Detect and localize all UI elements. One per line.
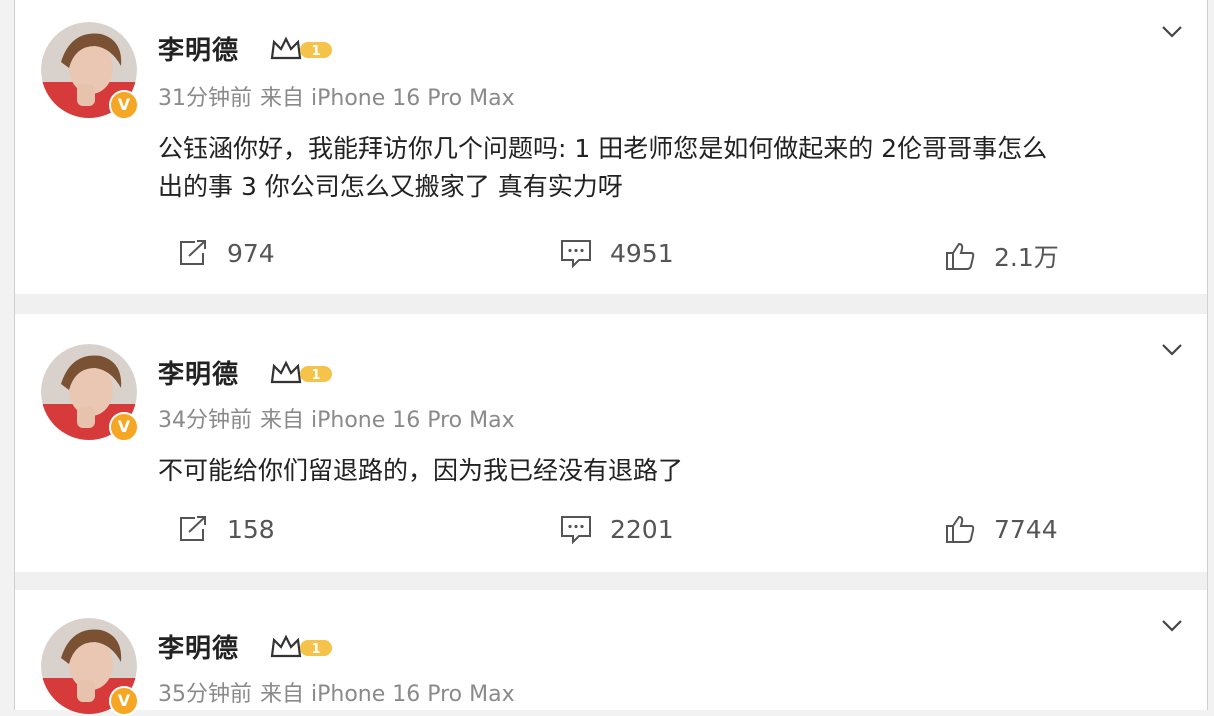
- post-time: 35分钟前: [158, 682, 252, 707]
- member-level-icon: 1: [270, 360, 332, 384]
- post-content: 不可能给你们留退路的，因为我已经没有退路了: [158, 452, 1188, 490]
- like-icon: [946, 242, 975, 270]
- post-source: 来自 iPhone 16 Pro Max: [260, 682, 515, 707]
- like-icon: [946, 515, 975, 543]
- post-card: V 李明德 1 34分钟前 来自 iPhone 16 Pro Max 不可能给你们…: [15, 314, 1207, 572]
- avatar[interactable]: V: [41, 22, 139, 120]
- svg-text:1: 1: [311, 44, 320, 59]
- post-meta: 35分钟前 来自 iPhone 16 Pro Max: [158, 676, 515, 708]
- author-name[interactable]: 李明德: [158, 30, 239, 67]
- member-level-icon: 1: [270, 36, 332, 60]
- repost-icon: [180, 240, 206, 265]
- post-time: 34分钟前: [158, 408, 252, 433]
- repost-count: 158: [227, 514, 275, 544]
- post-meta: 31分钟前 来自 iPhone 16 Pro Max: [158, 80, 515, 112]
- author-name[interactable]: 李明德: [158, 354, 239, 391]
- chevron-down-icon[interactable]: [1159, 336, 1185, 362]
- verified-badge: V: [109, 412, 139, 442]
- repost-button[interactable]: 974: [177, 238, 275, 268]
- comment-icon: [561, 516, 591, 544]
- like-button[interactable]: 2.1万: [944, 238, 1059, 274]
- comment-icon: [561, 240, 591, 268]
- avatar[interactable]: V: [41, 618, 139, 716]
- comment-count: 2201: [610, 514, 674, 544]
- like-count: 2.1万: [994, 243, 1059, 272]
- post-source: 来自 iPhone 16 Pro Max: [260, 86, 515, 111]
- post-content: 公钰涵你好，我能拜访你几个问题吗: 1 田老师您是如何做起来的 2伦哥哥事怎么 …: [158, 130, 1188, 206]
- comment-button[interactable]: 4951: [560, 238, 674, 268]
- post-text-line: 出的事 3 你公司怎么又搬家了 真有实力呀: [158, 172, 623, 201]
- post-text-line: 公钰涵你好，我能拜访你几个问题吗: 1 田老师您是如何做起来的 2伦哥哥事怎么: [158, 134, 1048, 163]
- post-source: 来自 iPhone 16 Pro Max: [260, 408, 515, 433]
- post-card: V 李明德 1 35分钟前 来自 iPhone 16 Pro Max: [15, 590, 1207, 716]
- comment-button[interactable]: 2201: [560, 514, 674, 544]
- member-level-icon: 1: [270, 634, 332, 658]
- verified-badge: V: [109, 686, 139, 716]
- chevron-down-icon[interactable]: [1159, 612, 1185, 638]
- post-meta: 34分钟前 来自 iPhone 16 Pro Max: [158, 402, 515, 434]
- repost-count: 974: [227, 238, 275, 268]
- verified-badge: V: [109, 90, 139, 120]
- avatar[interactable]: V: [41, 344, 139, 442]
- svg-text:1: 1: [311, 368, 320, 383]
- like-count: 7744: [994, 514, 1058, 544]
- repost-button[interactable]: 158: [177, 514, 275, 544]
- comment-count: 4951: [610, 238, 674, 268]
- post-text-line: 不可能给你们留退路的，因为我已经没有退路了: [158, 456, 684, 485]
- repost-icon: [180, 516, 206, 541]
- like-button[interactable]: 7744: [944, 514, 1058, 544]
- svg-text:1: 1: [311, 642, 320, 657]
- chevron-down-icon[interactable]: [1159, 18, 1185, 44]
- author-name[interactable]: 李明德: [158, 628, 239, 665]
- post-card: V 李明德 1 31分钟前 来自 iPhone 16 Pro Max 公钰涵你好，…: [15, 0, 1207, 294]
- post-time: 31分钟前: [158, 86, 252, 111]
